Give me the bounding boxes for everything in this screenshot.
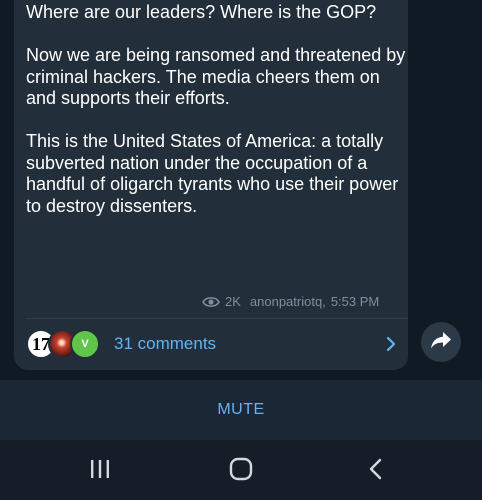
comments-count-label[interactable]: 31 comments bbox=[114, 334, 382, 354]
message-text: Where are our leaders? Where is the GOP?… bbox=[26, 2, 406, 217]
chat-area: Where are our leaders? Where is the GOP?… bbox=[0, 0, 482, 380]
message-paragraph-1: Where are our leaders? Where is the GOP? bbox=[26, 2, 377, 22]
message-meta: 2K anonpatriotq, 5:53 PM bbox=[202, 294, 379, 309]
eye-icon bbox=[202, 296, 220, 308]
message-paragraph-3: This is the United States of America: a … bbox=[26, 131, 399, 216]
recents-button[interactable] bbox=[86, 458, 114, 484]
mute-bar[interactable]: MUTE bbox=[0, 380, 482, 440]
back-button[interactable] bbox=[362, 458, 390, 484]
view-count: 2K bbox=[225, 294, 241, 309]
recents-icon bbox=[88, 458, 112, 485]
system-nav-bar bbox=[0, 440, 482, 500]
back-icon bbox=[366, 458, 386, 485]
home-icon bbox=[228, 457, 254, 486]
mute-button[interactable]: MUTE bbox=[217, 401, 264, 419]
share-button[interactable] bbox=[421, 322, 461, 362]
message-time: 5:53 PM bbox=[330, 294, 380, 309]
commenter-avatars: 17 V bbox=[26, 328, 106, 360]
avatar: V bbox=[70, 329, 100, 359]
message-paragraph-2: Now we are being ransomed and threatened… bbox=[26, 45, 406, 108]
home-button[interactable] bbox=[227, 457, 255, 486]
comments-button[interactable]: 17 V 31 comments bbox=[26, 326, 406, 362]
share-arrow-icon bbox=[430, 330, 452, 355]
chevron-right-icon[interactable] bbox=[382, 335, 400, 353]
comments-divider bbox=[26, 318, 408, 319]
author-name: anonpatriotq, bbox=[249, 294, 326, 309]
